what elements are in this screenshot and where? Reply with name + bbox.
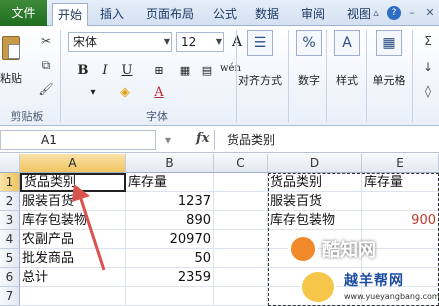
watermark-text: 酷知网	[322, 240, 376, 261]
watermark-logo-icon	[300, 270, 336, 304]
watermark-yueyangbang: 越羊帮网 www.yueyangbang.com	[300, 266, 439, 306]
watermark-kuzhi: 酷知网	[272, 232, 382, 266]
watermark-site-name: 越羊帮网	[344, 273, 404, 289]
watermark-url: www.yueyangbang.com	[344, 292, 439, 301]
watermark-logo-icon	[288, 234, 318, 264]
